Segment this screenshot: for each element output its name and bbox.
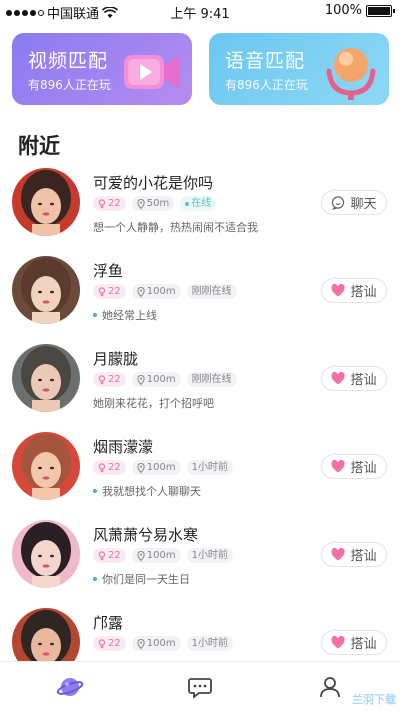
greet-button[interactable]: 搭讪 <box>321 366 387 391</box>
female-icon <box>98 638 106 648</box>
distance-tag: 100m <box>131 548 181 563</box>
female-icon <box>98 198 106 208</box>
female-icon <box>98 550 106 560</box>
distance-tag: 100m <box>131 460 181 475</box>
user-description: 她刚来花花，打个招呼吧 <box>93 397 214 410</box>
battery-percent: 100% <box>324 3 362 18</box>
nearby-section-title: 附近 <box>18 134 60 158</box>
status-tag: 1小时前 <box>186 636 233 651</box>
greet-button[interactable]: 搭讪 <box>321 630 387 655</box>
location-pin-icon <box>137 550 145 561</box>
distance-tag: 100m <box>131 372 181 387</box>
tab-nearby[interactable] <box>55 672 85 702</box>
user-name: 邝露 <box>93 614 124 632</box>
user-name: 烟雨濛濛 <box>93 438 154 456</box>
user-row[interactable]: 风萧萧兮易水寒 22 100m 1小时前 你们是同一天生日 搭讪 <box>0 514 400 602</box>
user-name: 浮鱼 <box>93 262 124 280</box>
microphone-icon <box>326 48 376 100</box>
status-bar: 中国联通 上午 9:41 100% <box>0 0 400 22</box>
location-pin-icon <box>137 198 145 209</box>
female-icon <box>98 286 106 296</box>
user-name: 风萧萧兮易水寒 <box>93 526 199 544</box>
chat-button[interactable]: 聊天 <box>321 190 387 215</box>
distance-tag: 100m <box>131 636 181 651</box>
user-row[interactable]: 可爱的小花是你吗 22 50m 在线 想一个人静静，热热闹闹不适合我 聊天 <box>0 162 400 250</box>
status-tag: 1小时前 <box>186 460 233 475</box>
battery-icon <box>366 4 395 17</box>
user-description: 她经常上线 <box>93 307 157 323</box>
chat-bubble-icon <box>332 195 345 210</box>
gender-age-tag: 22 <box>93 372 126 387</box>
female-icon <box>98 462 106 472</box>
heart-icon <box>331 636 345 649</box>
heart-icon <box>331 372 345 385</box>
bullet-dot-icon <box>93 577 97 581</box>
distance-tag: 100m <box>131 284 181 299</box>
tab-chat[interactable] <box>185 672 215 702</box>
profile-icon <box>320 677 340 698</box>
video-match-subtitle: 有896人正在玩 <box>28 78 111 92</box>
bullet-dot-icon <box>93 489 97 493</box>
gender-age-tag: 22 <box>93 460 126 475</box>
user-name: 可爱的小花是你吗 <box>93 174 214 192</box>
gender-age-tag: 22 <box>93 636 126 651</box>
video-camera-icon <box>124 55 180 89</box>
status-tag: 1小时前 <box>186 548 233 563</box>
greet-button[interactable]: 搭讪 <box>321 542 387 567</box>
avatar[interactable] <box>12 344 80 412</box>
user-tags: 22 100m 刚刚在线 <box>93 372 237 387</box>
user-description: 想一个人静静，热热闹闹不适合我 <box>93 221 258 234</box>
tab-mine[interactable] <box>315 672 345 702</box>
avatar[interactable] <box>12 520 80 588</box>
location-pin-icon <box>137 462 145 473</box>
heart-icon <box>331 284 345 297</box>
greet-button[interactable]: 搭讪 <box>321 278 387 303</box>
female-icon <box>98 374 106 384</box>
watermark-logo: 兰羽下载 <box>352 693 396 706</box>
planet-icon <box>56 678 84 696</box>
voice-match-card[interactable]: 语音匹配 有896人正在玩 <box>209 33 389 105</box>
avatar[interactable] <box>12 432 80 500</box>
greet-button[interactable]: 搭讪 <box>321 454 387 479</box>
location-pin-icon <box>137 374 145 385</box>
user-description: 你们是同一天生日 <box>93 571 190 587</box>
distance-tag: 50m <box>131 196 175 211</box>
user-tags: 22 100m 1小时前 <box>93 460 233 475</box>
user-row[interactable]: 月朦胧 22 100m 刚刚在线 她刚来花花，打个招呼吧 搭讪 <box>0 338 400 426</box>
user-row[interactable]: 浮鱼 22 100m 刚刚在线 她经常上线 搭讪 <box>0 250 400 338</box>
voice-match-subtitle: 有896人正在玩 <box>225 78 308 92</box>
video-match-title: 视频匹配 <box>28 50 109 72</box>
avatar[interactable] <box>12 256 80 324</box>
user-name: 月朦胧 <box>93 350 139 368</box>
status-tag: 刚刚在线 <box>186 372 237 387</box>
status-tag: 在线 <box>180 196 217 211</box>
heart-icon <box>331 460 345 473</box>
location-pin-icon <box>137 286 145 297</box>
location-pin-icon <box>137 638 145 649</box>
video-match-card[interactable]: 视频匹配 有896人正在玩 <box>12 33 192 105</box>
user-description: 我就想找个人聊聊天 <box>93 483 201 499</box>
gender-age-tag: 22 <box>93 548 126 563</box>
user-tags: 22 100m 1小时前 <box>93 548 233 563</box>
avatar[interactable] <box>12 168 80 236</box>
heart-icon <box>331 548 345 561</box>
user-tags: 22 100m 刚刚在线 <box>93 284 237 299</box>
bullet-dot-icon <box>93 313 97 317</box>
bottom-tab-bar: 兰羽下载 <box>0 661 400 711</box>
message-icon <box>188 678 212 699</box>
user-tags: 22 50m 在线 <box>93 196 217 211</box>
voice-match-title: 语音匹配 <box>225 50 306 72</box>
gender-age-tag: 22 <box>93 196 126 211</box>
online-dot-icon <box>185 201 190 206</box>
user-tags: 22 100m 1小时前 <box>93 636 233 651</box>
battery-group: 100% <box>324 3 395 18</box>
user-row[interactable]: 烟雨濛濛 22 100m 1小时前 我就想找个人聊聊天 搭讪 <box>0 426 400 514</box>
gender-age-tag: 22 <box>93 284 126 299</box>
status-tag: 刚刚在线 <box>186 284 237 299</box>
